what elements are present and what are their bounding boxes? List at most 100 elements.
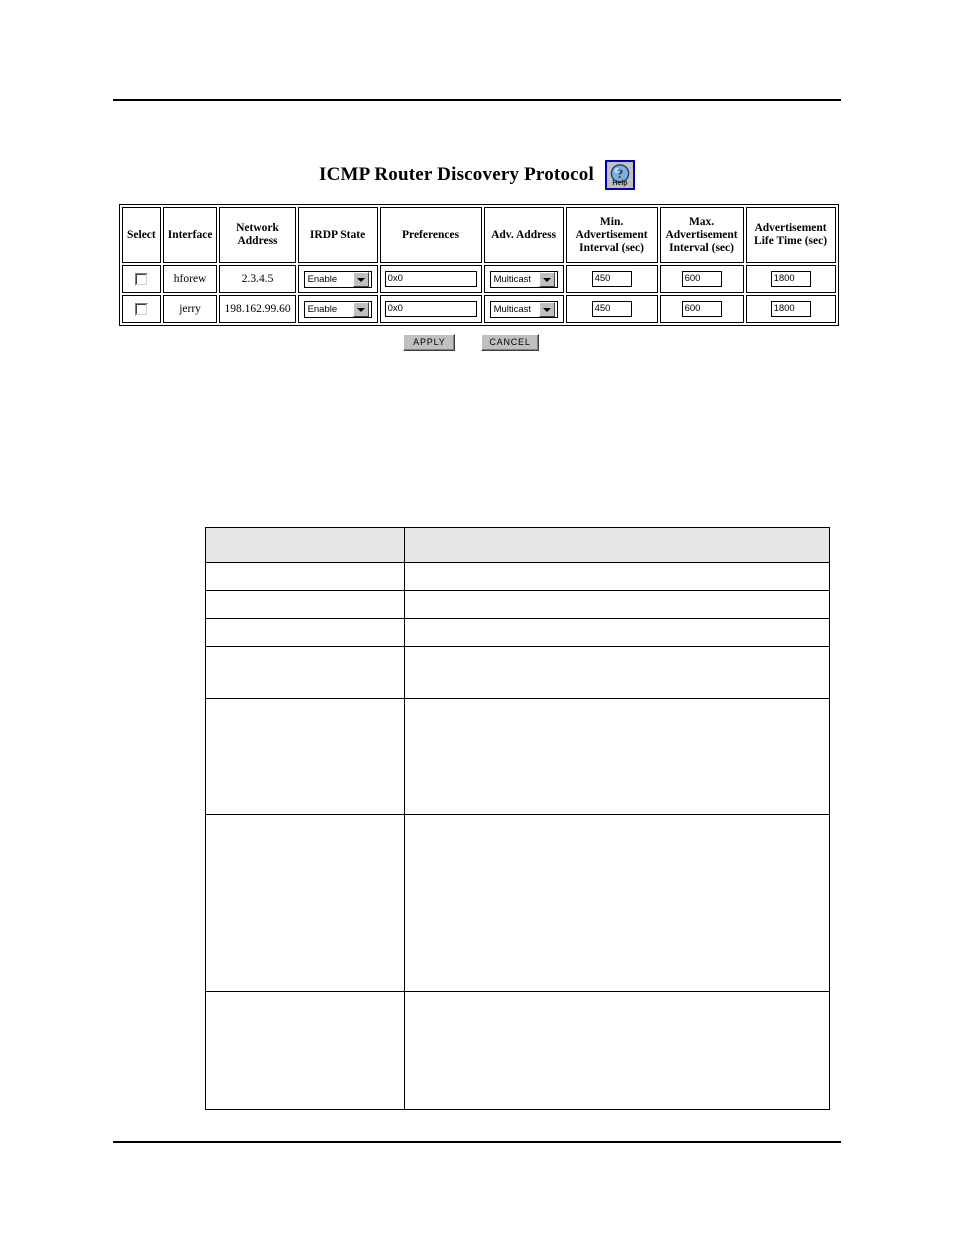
adv-address-value: Multicast	[493, 273, 532, 285]
chevron-down-icon	[538, 271, 555, 287]
header-line: Advertisement	[754, 222, 827, 234]
cell-life-time: 1800	[745, 295, 836, 323]
description-text	[404, 991, 830, 1110]
header-line: Network	[236, 222, 279, 234]
cell-preferences: 0x0	[379, 265, 482, 293]
preferences-input[interactable]: 0x0	[384, 271, 477, 287]
description-table-header-row	[205, 527, 830, 563]
life-time-input[interactable]: 1800	[770, 301, 811, 317]
cell-max-interval: 600	[659, 295, 744, 323]
form-action-buttons: APPLY CANCEL	[119, 334, 823, 351]
max-interval-input[interactable]: 600	[681, 301, 722, 317]
cell-life-time: 1800	[745, 265, 836, 293]
cell-min-interval: 450	[565, 295, 658, 323]
header-line: Adv. Address	[491, 228, 557, 241]
chevron-down-icon	[352, 301, 369, 317]
table-row	[205, 814, 830, 992]
description-text	[404, 562, 830, 591]
header-line: Min.	[599, 215, 624, 228]
table-row	[205, 590, 830, 619]
column-header-adv-address: Adv. Address	[483, 207, 564, 263]
header-line: Interface	[167, 228, 213, 241]
cell-network-address: 2.3.4.5	[219, 265, 296, 293]
page-footer-rule	[113, 1141, 841, 1143]
table-row	[205, 618, 830, 647]
column-header-min-advertisement-interval: Min. Advertisement Interval (sec)	[565, 207, 658, 263]
cell-min-interval: 450	[565, 265, 658, 293]
description-text	[404, 814, 830, 992]
irdp-configuration-table: Select Interface Network Address IRDP St…	[119, 204, 839, 326]
description-text	[404, 590, 830, 619]
column-header-preferences: Preferences	[379, 207, 482, 263]
header-line: IRDP State	[309, 228, 366, 241]
apply-button[interactable]: APPLY	[403, 334, 456, 351]
cell-max-interval: 600	[659, 265, 744, 293]
cell-select	[122, 295, 161, 323]
description-field	[205, 814, 405, 992]
adv-address-value: Multicast	[493, 303, 532, 315]
table-row	[205, 698, 830, 815]
page-header-rule	[113, 99, 841, 101]
header-line: Interval (sec)	[579, 241, 644, 254]
cell-interface: hforew	[162, 265, 218, 293]
cell-irdp-state: Enable	[297, 265, 378, 293]
cancel-button[interactable]: CANCEL	[481, 334, 539, 351]
column-header-irdp-state: IRDP State	[297, 207, 378, 263]
preferences-input[interactable]: 0x0	[384, 301, 477, 317]
header-line: Max.	[688, 215, 715, 228]
description-field	[205, 991, 405, 1110]
irdp-state-value: Enable	[307, 273, 338, 285]
cell-adv-address: Multicast	[483, 265, 564, 293]
description-text	[404, 646, 830, 699]
row-select-checkbox[interactable]	[134, 272, 148, 286]
description-text	[404, 618, 830, 647]
description-text	[404, 698, 830, 815]
column-header-network-address: Network Address	[219, 207, 296, 263]
description-field	[205, 562, 405, 591]
table-row	[205, 991, 830, 1110]
description-field	[205, 646, 405, 699]
cell-network-address: 198.162.99.60	[219, 295, 296, 323]
column-header-max-advertisement-interval: Max. Advertisement Interval (sec)	[659, 207, 744, 263]
page-title: ICMP Router Discovery Protocol	[319, 164, 594, 185]
cell-adv-address: Multicast	[483, 295, 564, 323]
header-line: Select	[127, 228, 156, 241]
cell-irdp-state: Enable	[297, 295, 378, 323]
help-button[interactable]: ? Help	[604, 160, 635, 190]
max-interval-input[interactable]: 600	[681, 271, 722, 287]
header-line: Address	[237, 235, 278, 247]
header-line: Advertisement	[575, 228, 648, 241]
description-field	[205, 590, 405, 619]
chevron-down-icon	[352, 271, 369, 287]
irdp-table-header-row: Select Interface Network Address IRDP St…	[122, 207, 836, 263]
cell-preferences: 0x0	[379, 295, 482, 323]
description-header-field	[205, 527, 405, 563]
description-field	[205, 698, 405, 815]
min-interval-input[interactable]: 450	[591, 271, 632, 287]
row-select-checkbox[interactable]	[134, 302, 148, 316]
table-row: hforew 2.3.4.5 Enable 0x0 Multicast 450	[122, 265, 836, 293]
panel-title-row: ICMP Router Discovery Protocol ? Help	[0, 160, 954, 190]
header-line: Interval (sec)	[669, 241, 734, 254]
description-field	[205, 618, 405, 647]
cell-select	[122, 265, 161, 293]
column-header-select: Select	[122, 207, 161, 263]
table-row: jerry 198.162.99.60 Enable 0x0 Multicast…	[122, 295, 836, 323]
cell-interface: jerry	[162, 295, 218, 323]
adv-address-select[interactable]: Multicast	[489, 300, 558, 318]
field-description-table	[205, 527, 830, 1110]
irdp-state-select[interactable]: Enable	[303, 270, 372, 288]
table-row	[205, 646, 830, 699]
header-line: Preferences	[402, 228, 460, 241]
adv-address-select[interactable]: Multicast	[489, 270, 558, 288]
help-button-label: Help	[612, 180, 628, 187]
chevron-down-icon	[538, 301, 555, 317]
column-header-advertisement-life-time: Advertisement Life Time (sec)	[745, 207, 836, 263]
description-header-description	[404, 527, 830, 563]
life-time-input[interactable]: 1800	[770, 271, 811, 287]
header-line: Life Time (sec)	[754, 235, 828, 247]
irdp-state-select[interactable]: Enable	[303, 300, 372, 318]
min-interval-input[interactable]: 450	[591, 301, 632, 317]
table-row	[205, 562, 830, 591]
header-line: Advertisement	[665, 228, 738, 241]
